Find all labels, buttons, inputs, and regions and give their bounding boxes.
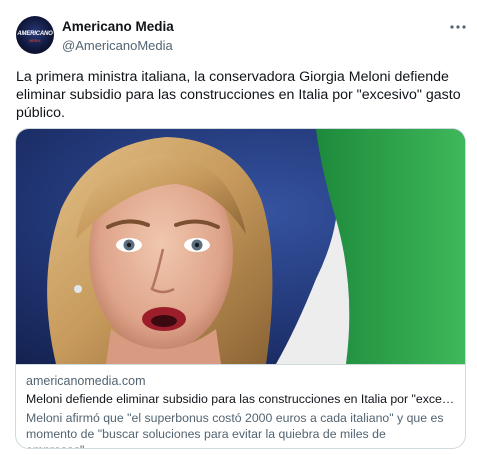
ellipsis-icon	[450, 25, 466, 29]
author-display-name[interactable]: Americano Media	[62, 19, 174, 34]
avatar-logo-subtext: MEDIA	[29, 39, 41, 43]
card-description: Meloni afirmó que "el superbonus costó 2…	[26, 411, 444, 448]
card-divider	[16, 364, 465, 365]
avatar[interactable]: AMERICANO MEDIA	[16, 16, 54, 54]
card-title[interactable]: Meloni defiende eliminar subsidio para l…	[26, 392, 458, 406]
tweet[interactable]: AMERICANO MEDIA Americano Media @America…	[0, 0, 477, 455]
card-domain[interactable]: americanomedia.com	[26, 374, 146, 388]
meloni-photo	[16, 129, 465, 364]
avatar-logo-text: AMERICANO	[17, 31, 53, 37]
card-image[interactable]	[16, 129, 465, 364]
author-handle[interactable]: @AmericanoMedia	[62, 38, 173, 53]
more-options-button[interactable]	[446, 18, 470, 36]
tweet-text: La primera ministra italiana, la conserv…	[16, 69, 461, 121]
link-card[interactable]: americanomedia.com Meloni defiende elimi…	[15, 128, 466, 449]
